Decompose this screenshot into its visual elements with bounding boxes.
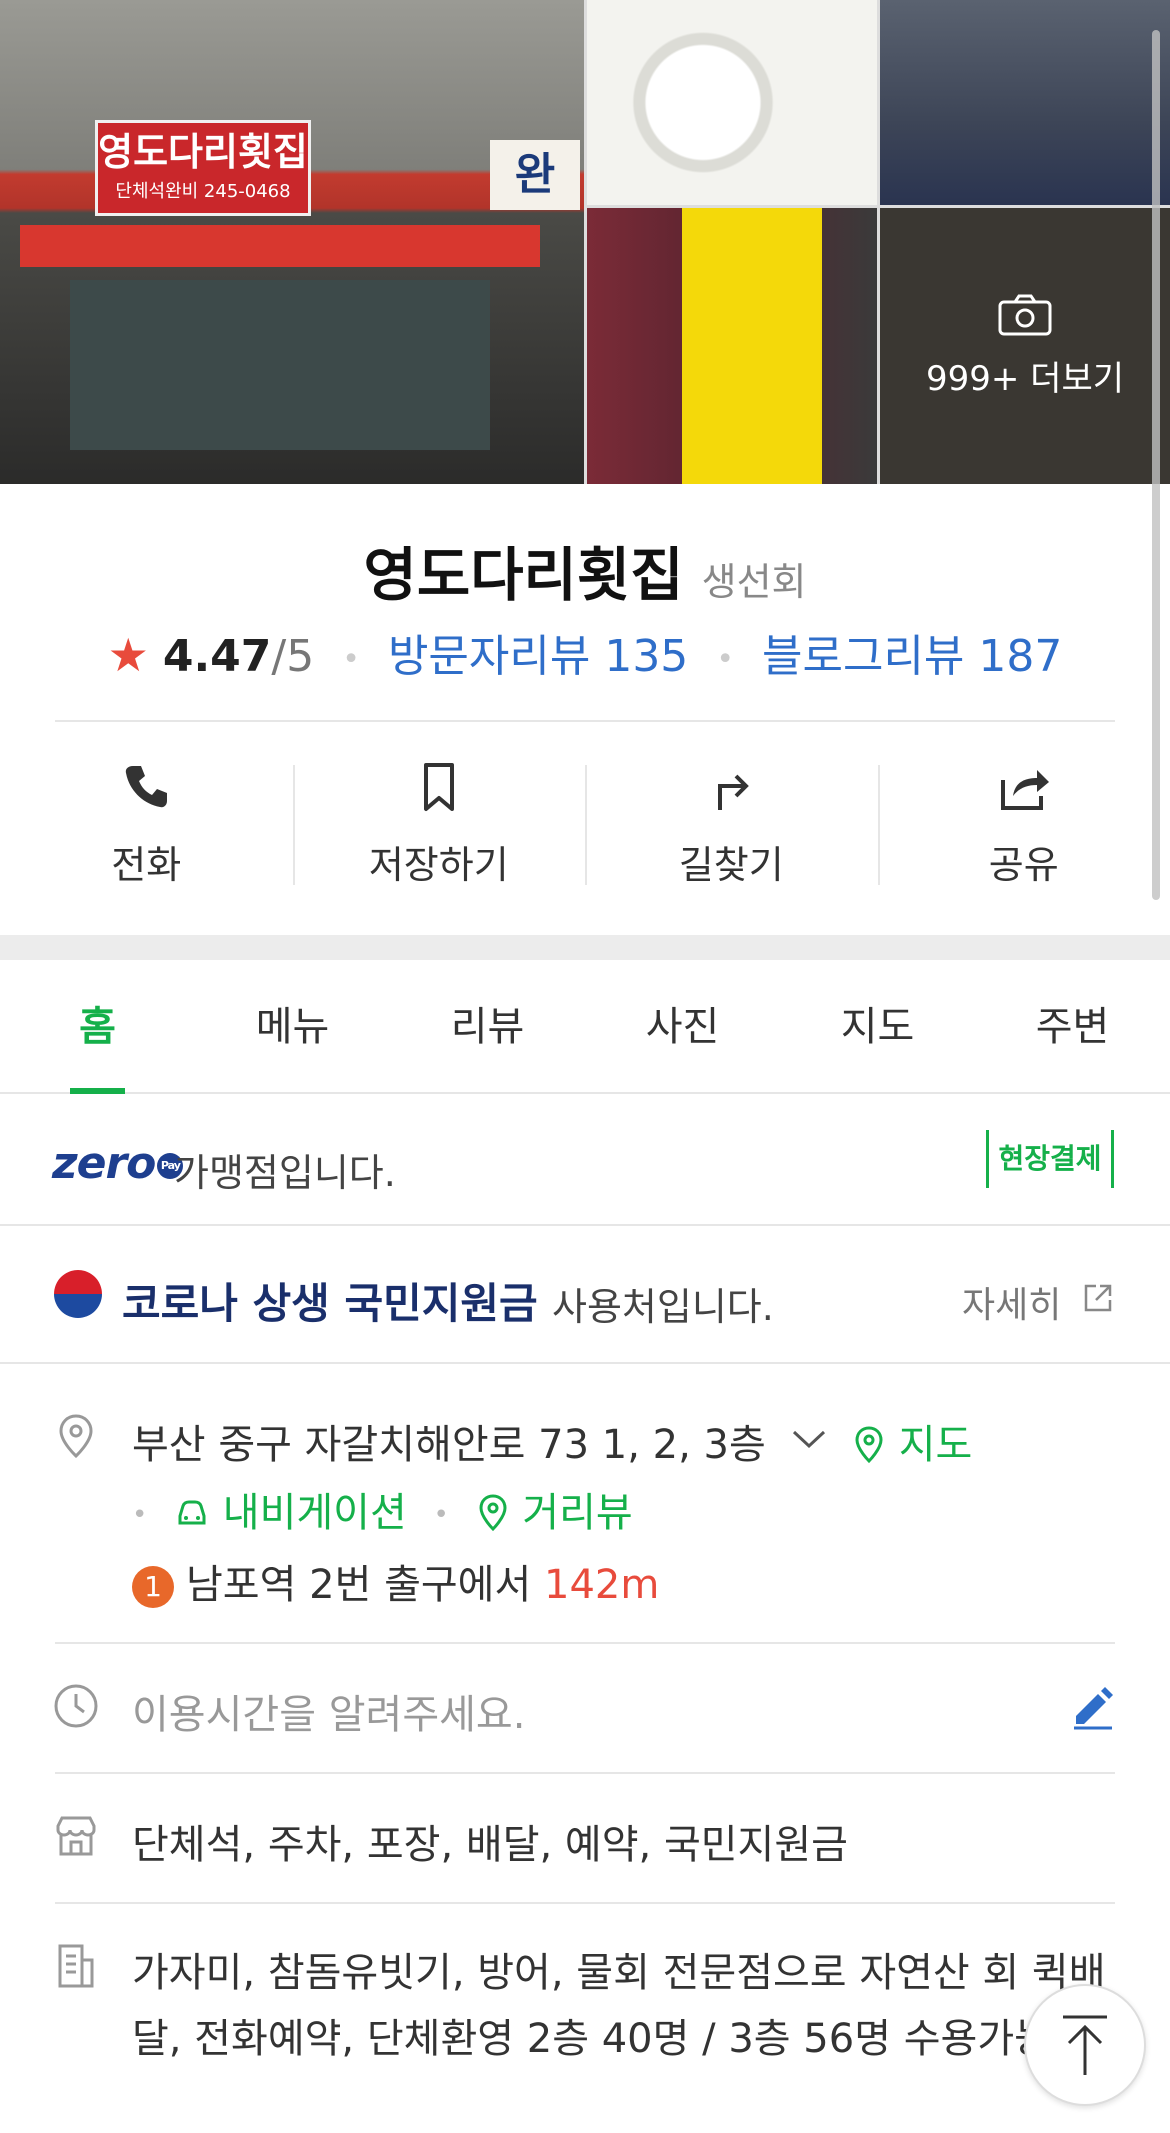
tab-home[interactable]: 홈: [0, 960, 195, 1094]
rating-value: 4.47: [162, 631, 272, 682]
clock-icon: [54, 1684, 98, 1728]
divider: [55, 1642, 1115, 1644]
share-icon: [1000, 770, 1049, 810]
phone-icon: [126, 766, 168, 808]
station-distance: 142m: [544, 1562, 660, 1608]
zeropay-logo: zero Pay: [52, 1138, 184, 1189]
car-icon: [178, 1500, 206, 1525]
navigation-link[interactable]: 내비게이션: [174, 1490, 419, 1536]
tab-map[interactable]: 지도: [780, 960, 975, 1092]
photo-more[interactable]: 999+ 더보기: [880, 208, 1170, 484]
directions-icon: [718, 774, 750, 810]
share-button[interactable]: 공유: [877, 745, 1170, 895]
more-photos-label: 999+ 더보기: [925, 358, 1125, 399]
tab-bar: 홈 메뉴 리뷰 사진 지도 주변: [0, 960, 1170, 1094]
corona-support-text: 사용처입니다.: [552, 1285, 774, 1329]
store-icon: [56, 1816, 96, 1856]
bookmark-icon: [423, 763, 454, 811]
save-button[interactable]: 저장하기: [292, 745, 586, 895]
section-gap: [0, 935, 1170, 960]
menu-board: [682, 208, 822, 484]
rating-row: ★ 4.47/5 • 방문자리뷰 135 • 블로그리뷰 187: [0, 620, 1170, 684]
photo-storefront[interactable]: 영도다리횟집 단체석완비 245-0468 완: [0, 0, 584, 484]
corona-support-row: 코로나 상생 국민지원금 사용처입니다. 자세히: [0, 1226, 1170, 1364]
star-icon: ★: [107, 628, 149, 682]
station-row: 1 남포역 2번 출구에서 142m: [132, 1552, 659, 1610]
detail-link[interactable]: 자세히: [962, 1276, 1061, 1328]
navigation-row: • 내비게이션 • 거리뷰: [132, 1480, 633, 1538]
separator-dot: •: [342, 641, 360, 677]
map-pin-icon: [855, 1426, 883, 1464]
document-icon: [58, 1944, 94, 1988]
photo-side-dishes[interactable]: [587, 0, 877, 205]
station-text: 남포역 2번 출구에서: [186, 1562, 532, 1608]
zeropay-text: 가맹점입니다.: [174, 1151, 396, 1195]
subway-line-badge: 1: [132, 1566, 174, 1608]
visitor-reviews-link[interactable]: 방문자리뷰 135: [388, 631, 688, 682]
photo-seafood-tank[interactable]: [880, 0, 1170, 205]
shop-window: [70, 280, 490, 450]
action-separator: [877, 765, 880, 885]
action-separator: [292, 765, 295, 885]
location-pin-icon: [59, 1414, 93, 1459]
chevron-down-icon[interactable]: [790, 1424, 828, 1454]
street-view-pin-icon: [479, 1494, 507, 1532]
action-separator: [585, 765, 587, 885]
place-title: 영도다리횟집 생선회: [0, 528, 1170, 612]
map-link[interactable]: 지도: [852, 1412, 972, 1470]
awning: [20, 225, 540, 267]
onsite-payment-badge: 현장결제: [986, 1130, 1114, 1188]
taegeuk-icon: [54, 1270, 102, 1318]
divider: [55, 1772, 1115, 1774]
arrow-up-icon: [1063, 2015, 1107, 2075]
call-button[interactable]: 전화: [0, 745, 293, 895]
storefront-sign: 영도다리횟집 단체석완비 245-0468: [95, 120, 311, 216]
divider: [55, 1902, 1115, 1904]
hours-prompt[interactable]: 이용시간을 알려주세요.: [132, 1682, 525, 1740]
action-bar: 전화 저장하기 길찾기 공유: [0, 745, 1170, 895]
description-text: 가자미, 참돔유빗기, 방어, 물회 전문점으로 자연산 회 퀵배달, 전화예약…: [132, 1950, 1106, 2062]
directions-label: 길찾기: [678, 843, 784, 887]
tab-photos[interactable]: 사진: [585, 960, 780, 1092]
share-label: 공유: [988, 843, 1059, 887]
pencil-icon[interactable]: [1070, 1684, 1116, 1730]
scroll-top-button[interactable]: [1024, 1984, 1146, 2106]
tab-nearby[interactable]: 주변: [975, 960, 1170, 1092]
photo-gallery[interactable]: 영도다리횟집 단체석완비 245-0468 완 999+ 더보기: [0, 0, 1170, 484]
camera-icon: [998, 294, 1052, 335]
call-label: 전화: [111, 843, 182, 887]
separator-dot: •: [132, 1500, 148, 1530]
tab-reviews[interactable]: 리뷰: [390, 960, 585, 1092]
amenities-text: 단체석, 주차, 포장, 배달, 예약, 국민지원금: [132, 1822, 848, 1868]
side-sign: 완: [490, 140, 580, 210]
separator-dot: •: [716, 641, 735, 677]
place-name: 영도다리횟집: [363, 541, 684, 609]
street-view-link[interactable]: 거리뷰: [476, 1490, 633, 1536]
zeropay-row: zero Pay 가맹점입니다. 현장결제: [0, 1094, 1170, 1226]
save-label: 저장하기: [368, 843, 509, 887]
separator-dot: •: [433, 1500, 449, 1530]
blog-reviews-link[interactable]: 블로그리뷰 187: [762, 631, 1062, 682]
divider: [55, 720, 1115, 722]
address-text[interactable]: 부산 중구 자갈치해안로 73 1, 2, 3층: [132, 1412, 766, 1470]
place-category: 생선회: [701, 560, 807, 604]
directions-button[interactable]: 길찾기: [585, 745, 878, 895]
tab-menu[interactable]: 메뉴: [195, 960, 390, 1092]
external-link-icon[interactable]: [1082, 1282, 1114, 1314]
photo-menu-board[interactable]: [587, 208, 877, 484]
corona-support-title: 코로나 상생 국민지원금: [122, 1279, 538, 1328]
rating-max: /5: [271, 631, 315, 682]
more-photos-overlay[interactable]: 999+ 더보기: [880, 208, 1170, 484]
